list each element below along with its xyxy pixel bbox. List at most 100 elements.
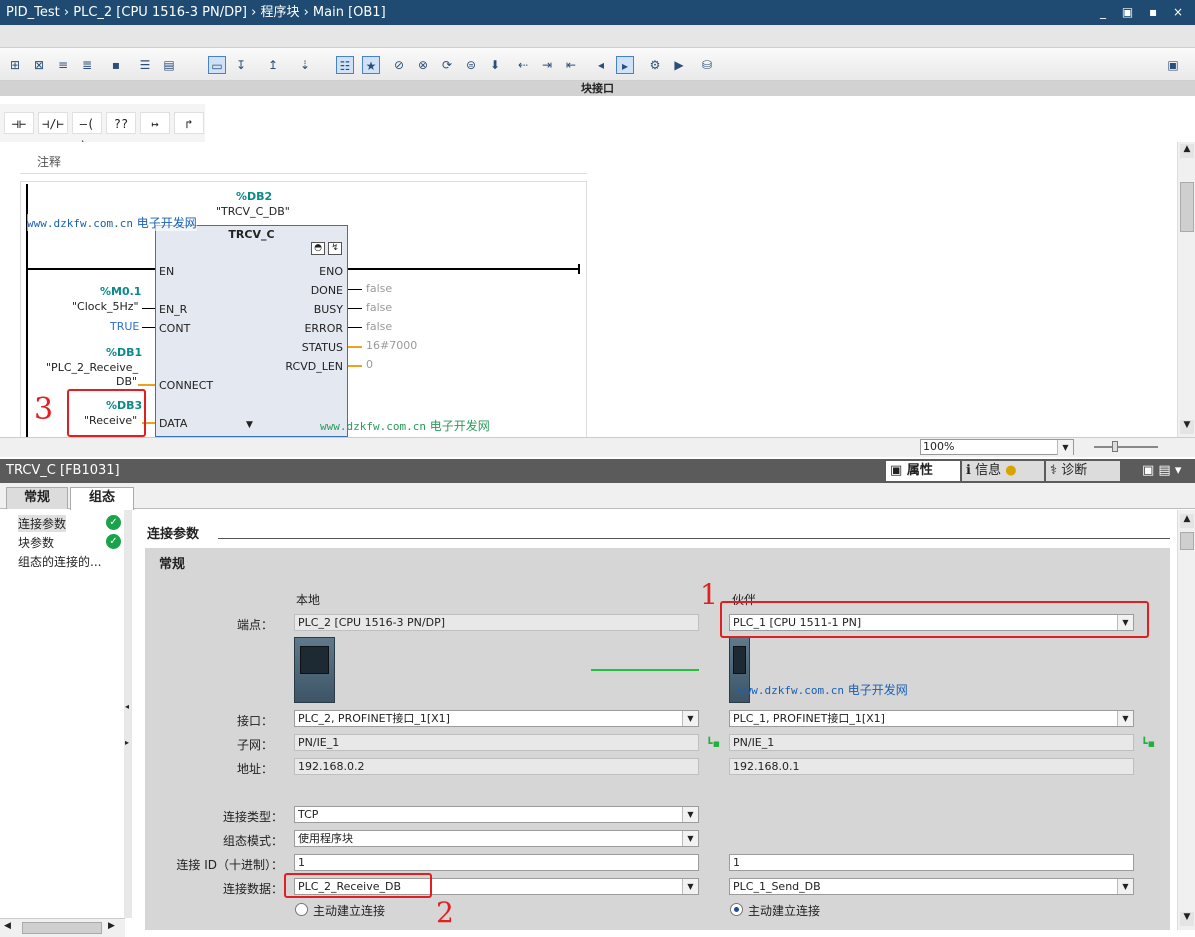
- connect-operand-address[interactable]: %DB1: [106, 346, 142, 359]
- download-icon[interactable]: ⬇: [486, 56, 504, 74]
- info-icon: ℹ: [966, 463, 971, 478]
- partner-conn-id-input[interactable]: 1: [729, 854, 1134, 871]
- goto-next-error-icon[interactable]: ⊗: [414, 56, 432, 74]
- chevron-down-icon[interactable]: ▼: [1057, 440, 1073, 455]
- connect-operand-name[interactable]: "PLC_2_Receive_: [46, 361, 138, 374]
- pin-error: ERROR: [304, 322, 343, 335]
- window-buttons[interactable]: _ ▣ ▪ ×: [1100, 0, 1189, 25]
- pin-cont: CONT: [159, 322, 191, 335]
- layout-icon[interactable]: ▣: [1164, 56, 1182, 74]
- network-comment[interactable]: [20, 148, 587, 174]
- nav-horizontal-scrollbar[interactable]: ◀ ▶: [0, 918, 125, 937]
- tab-diagnostics[interactable]: ⚕ 诊断: [1046, 461, 1120, 481]
- open-all-icon[interactable]: ↧: [232, 56, 250, 74]
- chevron-down-icon[interactable]: ▼: [682, 807, 698, 822]
- collapse-left-icon[interactable]: ◂: [125, 702, 129, 711]
- compare-icon[interactable]: ⊜: [462, 56, 480, 74]
- local-conn-id-input[interactable]: 1: [294, 854, 699, 871]
- db-icon[interactable]: ⛁: [698, 56, 716, 74]
- update-calls-icon[interactable]: ⟳: [438, 56, 456, 74]
- inspector-window-buttons[interactable]: ▣ ▤ ▾: [1142, 459, 1181, 483]
- pin-done: DONE: [310, 284, 343, 297]
- zoom-slider-thumb[interactable]: [1112, 441, 1118, 452]
- favorites-icon[interactable]: ▤: [160, 56, 178, 74]
- scroll-thumb[interactable]: [1180, 182, 1194, 232]
- local-active-radio[interactable]: [295, 903, 308, 916]
- cont-value[interactable]: TRUE: [110, 320, 139, 333]
- block-info-icon[interactable]: ↯: [328, 242, 342, 255]
- run-icon[interactable]: ▶: [670, 56, 688, 74]
- en-r-operand-name[interactable]: "Clock_5Hz": [72, 300, 139, 313]
- tab-configuration[interactable]: 组态: [70, 487, 134, 510]
- monitor-icon[interactable]: ⇠: [514, 56, 532, 74]
- absolute-operand-icon[interactable]: ▪: [107, 56, 125, 74]
- delete-network-icon[interactable]: ⊠: [30, 56, 48, 74]
- outdent-icon[interactable]: ⇤: [562, 56, 580, 74]
- rcvd-len-wire: [348, 365, 362, 367]
- status-value: 16#7000: [366, 339, 418, 352]
- comment-icon[interactable]: ▭: [208, 56, 226, 74]
- instance-db-name[interactable]: "TRCV_C_DB": [216, 205, 290, 218]
- scroll-left-icon[interactable]: ◀: [4, 921, 11, 931]
- nc-contact-icon[interactable]: ⊣/⊢: [38, 112, 68, 134]
- chevron-down-icon[interactable]: ▼: [1117, 879, 1133, 894]
- scroll-down-icon[interactable]: ▼: [1180, 420, 1194, 434]
- empty-box-icon[interactable]: ??: [106, 112, 136, 134]
- prev-bookmark-icon[interactable]: ◂: [592, 56, 610, 74]
- chevron-down-icon[interactable]: ▼: [682, 831, 698, 846]
- nav-block-params[interactable]: 块参数: [18, 534, 54, 551]
- trcv-c-block[interactable]: TRCV_C ◓ ↯ EN EN_R CONT CONNECT DATA ENO…: [155, 225, 348, 437]
- status-wire: [348, 346, 362, 348]
- partner-interface-select[interactable]: PLC_1, PROFINET接口_1[X1] ▼: [729, 710, 1134, 727]
- next-bookmark-icon[interactable]: ▸: [616, 56, 634, 74]
- nav-connection-params[interactable]: 连接参数: [18, 515, 67, 532]
- zoom-slider[interactable]: [1094, 446, 1158, 448]
- local-interface-select[interactable]: PLC_2, PROFINET接口_1[X1] ▼: [294, 710, 699, 727]
- connect-operand-name-cont[interactable]: DB": [116, 375, 137, 388]
- instance-db-address[interactable]: %DB2: [236, 190, 272, 203]
- properties-vertical-scrollbar[interactable]: ▲ ▼: [1177, 510, 1195, 930]
- chevron-down-icon[interactable]: ▼: [682, 711, 698, 726]
- open-branch-icon[interactable]: ↦: [140, 112, 170, 134]
- collapse-icon[interactable]: ⇣: [296, 56, 314, 74]
- zoom-select[interactable]: 100% ▼: [920, 439, 1074, 455]
- sim-icon[interactable]: ⚙: [646, 56, 664, 74]
- no-contact-icon[interactable]: ⊣⊢: [4, 112, 34, 134]
- tab-properties[interactable]: ▣ 属性: [886, 461, 960, 481]
- scroll-up-icon[interactable]: ▲: [1180, 514, 1194, 528]
- config-mode-select[interactable]: 使用程序块 ▼: [294, 830, 699, 847]
- property-tabs: 常规 组态: [0, 483, 1195, 510]
- partner-conn-data-select[interactable]: PLC_1_Send_DB ▼: [729, 878, 1134, 895]
- network-list-icon[interactable]: ☰: [136, 56, 154, 74]
- insert-network-icon[interactable]: ⊞: [6, 56, 24, 74]
- scroll-thumb[interactable]: [1180, 532, 1194, 550]
- group-title: 常规: [159, 557, 186, 572]
- close-all-icon[interactable]: ↥: [264, 56, 282, 74]
- star-icon[interactable]: ★: [362, 56, 380, 74]
- indent-icon[interactable]: ⇥: [538, 56, 556, 74]
- append-row-icon[interactable]: ≣: [78, 56, 96, 74]
- scroll-up-icon[interactable]: ▲: [1180, 144, 1194, 158]
- editor-vertical-scrollbar[interactable]: ▲ ▼: [1177, 142, 1195, 438]
- block-lock-icon[interactable]: ◓: [311, 242, 325, 255]
- expand-arrow-icon[interactable]: ▼: [246, 420, 253, 430]
- chevron-down-icon[interactable]: ▼: [1117, 711, 1133, 726]
- conn-type-select[interactable]: TCP ▼: [294, 806, 699, 823]
- tab-info[interactable]: ℹ 信息 ●: [962, 461, 1044, 481]
- close-branch-icon[interactable]: ↱: [174, 112, 204, 134]
- view-icon[interactable]: ☷: [336, 56, 354, 74]
- hscroll-thumb[interactable]: [22, 922, 102, 934]
- block-interface-bar[interactable]: 块接口: [0, 81, 1195, 96]
- tab-general[interactable]: 常规: [6, 487, 68, 509]
- goto-error-icon[interactable]: ⊘: [390, 56, 408, 74]
- nav-configured-connections[interactable]: 组态的连接的...: [18, 553, 101, 570]
- pin-en-r: EN_R: [159, 303, 188, 316]
- insert-row-icon[interactable]: ≡: [54, 56, 72, 74]
- en-r-operand-address[interactable]: %M0.1: [100, 285, 141, 298]
- chevron-down-icon[interactable]: ▼: [682, 879, 698, 894]
- partner-active-radio[interactable]: [730, 903, 743, 916]
- coil-icon[interactable]: –( )–: [72, 112, 102, 153]
- scroll-down-icon[interactable]: ▼: [1180, 912, 1194, 926]
- local-active-label: 主动建立连接: [313, 904, 386, 918]
- scroll-right-icon[interactable]: ▶: [108, 921, 115, 931]
